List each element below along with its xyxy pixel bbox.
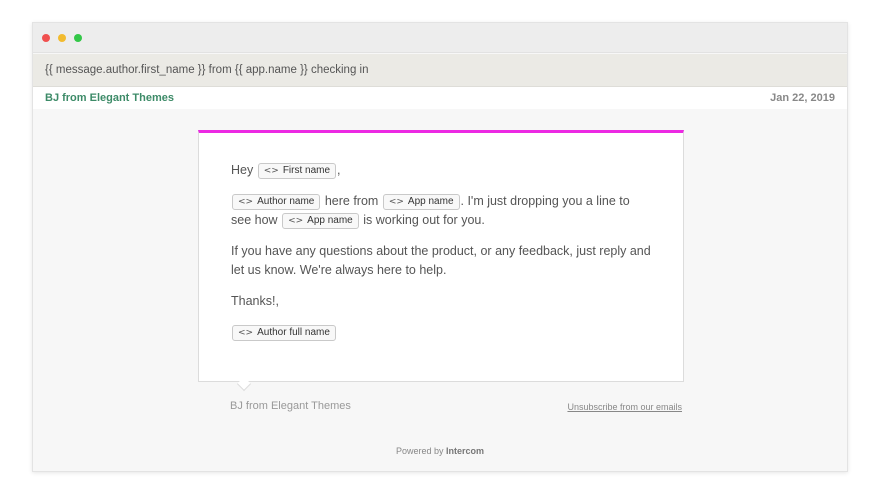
- first-name-variable-chip[interactable]: <> First name: [257, 162, 337, 179]
- intro-paragraph: <> Author name here from <> App name. I'm …: [231, 192, 651, 230]
- email-subject: {{ message.author.first_name }} from {{ …: [33, 54, 847, 87]
- chip-label: App name: [407, 195, 454, 207]
- email-meta-row: BJ from Elegant Themes Jan 22, 2019: [33, 87, 847, 109]
- email-date: Jan 22, 2019: [770, 92, 835, 104]
- chip-label: Author name: [257, 195, 315, 207]
- greeting-line: Hey <> First name,: [231, 162, 341, 179]
- chip-label: App name: [307, 214, 353, 226]
- code-arrows-icon: <>: [388, 196, 404, 207]
- code-arrows-icon: <>: [238, 196, 254, 207]
- sender-name: BJ from Elegant Themes: [45, 92, 174, 104]
- chip-label: First name: [282, 164, 331, 176]
- app-name-variable-chip[interactable]: <> App name: [382, 193, 460, 210]
- chip-label: Author full name: [257, 326, 330, 338]
- unsubscribe-link[interactable]: Unsubscribe from our emails: [567, 402, 682, 412]
- here-from-text: here from: [324, 194, 379, 208]
- author-full-name-variable-chip[interactable]: <> Author full name: [232, 324, 336, 341]
- app-name-variable-chip-2[interactable]: <> App name: [282, 212, 359, 229]
- message-body: Hey <> First name, <> Author name here fro…: [231, 161, 651, 354]
- greeting-text: Hey: [231, 163, 254, 177]
- code-arrows-icon: <>: [238, 327, 254, 338]
- author-name-variable-chip[interactable]: <> Author name: [232, 193, 321, 210]
- close-window-dot[interactable]: [42, 34, 50, 42]
- window-titlebar: [33, 23, 847, 53]
- how-text: how: [254, 213, 278, 227]
- email-preview-window: {{ message.author.first_name }} from {{ …: [32, 22, 848, 472]
- powered-by-prefix: Powered by: [395, 446, 444, 456]
- help-paragraph: If you have any questions about the prod…: [231, 244, 651, 277]
- powered-by: Powered by Intercom: [33, 446, 847, 456]
- message-card: Hey <> First name, <> Author name here fro…: [198, 130, 684, 382]
- powered-by-brand[interactable]: Intercom: [446, 446, 484, 456]
- thanks-line: Thanks!,: [231, 294, 279, 308]
- working-out-text: is working out for you.: [363, 213, 485, 227]
- minimize-window-dot[interactable]: [58, 34, 66, 42]
- signature-line: <> Author full name: [231, 323, 651, 342]
- code-arrows-icon: <>: [288, 215, 304, 226]
- footer-sender-name: BJ from Elegant Themes: [230, 400, 351, 412]
- code-arrows-icon: <>: [263, 165, 279, 176]
- maximize-window-dot[interactable]: [74, 34, 82, 42]
